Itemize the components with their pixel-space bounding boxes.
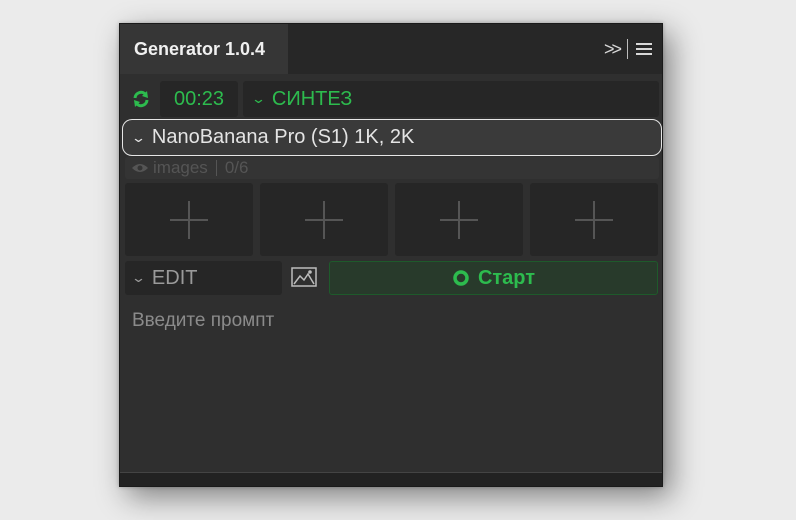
generator-panel: Generator 1.0.4 >> 00:23 ⌄ СИНТЕЗ ⌄ Nano… <box>119 23 663 487</box>
image-slot-1[interactable] <box>125 183 253 256</box>
images-bar: images 0/6 <box>125 157 659 179</box>
tab-title: Generator 1.0.4 <box>134 38 266 59</box>
chevron-down-icon: ⌄ <box>130 129 147 145</box>
panel-actions: >> <box>604 38 652 60</box>
prompt-input[interactable]: Введите промпт <box>125 306 659 466</box>
image-slot-3[interactable] <box>395 183 523 256</box>
divider <box>627 39 628 59</box>
hamburger-menu-icon[interactable] <box>636 43 652 55</box>
refresh-icon <box>133 90 149 108</box>
image-button[interactable] <box>290 265 318 289</box>
prompt-placeholder: Введите промпт <box>132 310 275 331</box>
divider <box>215 160 217 176</box>
tab-bar: Generator 1.0.4 >> <box>120 24 662 74</box>
resize-handle[interactable] <box>120 472 662 486</box>
circle-icon <box>453 270 469 286</box>
plus-icon <box>575 200 613 239</box>
images-count: 0/6 <box>224 158 249 177</box>
plus-icon <box>305 200 343 239</box>
plus-icon <box>440 200 478 239</box>
chevron-down-icon: ⌄ <box>250 91 267 106</box>
image-slots <box>125 183 660 256</box>
edit-mode-dropdown[interactable]: ⌄ EDIT <box>125 261 282 295</box>
tab-generator[interactable]: Generator 1.0.4 <box>120 24 288 74</box>
eye-icon[interactable] <box>131 162 149 174</box>
top-row: 00:23 ⌄ СИНТЕЗ <box>120 81 662 117</box>
chevron-down-icon: ⌄ <box>130 270 147 285</box>
refresh-button[interactable] <box>128 85 154 113</box>
timer-display: 00:23 <box>160 81 238 117</box>
image-slot-2[interactable] <box>260 183 388 256</box>
mode-dropdown[interactable]: ⌄ СИНТЕЗ <box>243 81 659 117</box>
image-slot-4[interactable] <box>530 183 658 256</box>
edit-mode-label: EDIT <box>151 266 198 289</box>
start-button[interactable]: Старт <box>329 261 658 295</box>
mode-label: СИНТЕЗ <box>271 87 353 110</box>
edit-row: ⌄ EDIT Старт <box>120 261 662 295</box>
image-icon <box>291 267 317 287</box>
plus-icon <box>170 200 208 239</box>
model-dropdown[interactable]: ⌄ NanoBanana Pro (S1) 1K, 2K <box>122 119 662 156</box>
images-label: images <box>153 158 208 177</box>
start-label: Старт <box>477 266 536 289</box>
model-label: NanoBanana Pro (S1) 1K, 2K <box>151 126 415 148</box>
double-chevron-right-icon[interactable]: >> <box>604 38 622 60</box>
